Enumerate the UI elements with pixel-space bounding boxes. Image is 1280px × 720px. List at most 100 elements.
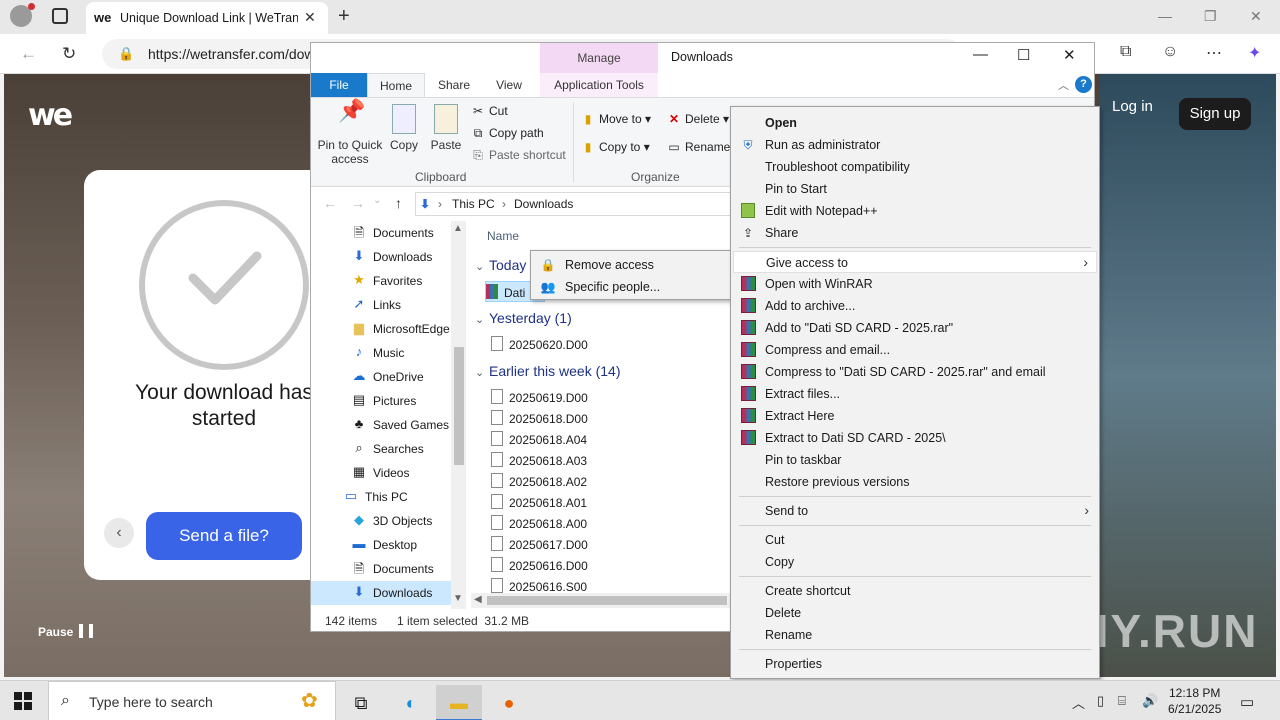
tab-share[interactable]: Share bbox=[429, 73, 479, 97]
tab-home[interactable]: Home bbox=[367, 73, 425, 97]
nav-item-this-pc[interactable]: ▭ This PC bbox=[343, 485, 451, 509]
volume-icon[interactable]: 🔊 bbox=[1142, 693, 1158, 709]
menu-item-pin-to-start[interactable]: Pin to Start bbox=[733, 178, 1097, 200]
menu-item-extract-to[interactable]: Extract to Dati SD CARD - 2025\ bbox=[733, 427, 1097, 449]
menu-item-edit-notepadpp[interactable]: Edit with Notepad++ bbox=[733, 200, 1097, 222]
list-item[interactable]: 20250618.A04 bbox=[491, 429, 641, 450]
menu-item-share[interactable]: ⇪ Share bbox=[733, 222, 1097, 244]
tab-view[interactable]: View bbox=[483, 73, 535, 97]
tab-application-tools[interactable]: Application Tools bbox=[540, 73, 658, 97]
list-item[interactable]: 20250618.A01 bbox=[491, 492, 641, 513]
recent-locations-icon[interactable]: ⌄ bbox=[373, 195, 381, 206]
scroll-down-icon[interactable]: ▼ bbox=[453, 593, 463, 604]
nav-item-downloads[interactable]: ⬇ Downloads bbox=[351, 245, 451, 269]
menu-item-delete[interactable]: Delete bbox=[733, 602, 1097, 624]
explorer-maximize-icon[interactable]: ☐ bbox=[1017, 46, 1030, 64]
tab-actions-icon[interactable] bbox=[52, 8, 68, 24]
close-tab-icon[interactable]: ✕ bbox=[304, 9, 316, 26]
firefox-taskbar-icon[interactable]: ● bbox=[486, 685, 532, 720]
breadcrumb-this-pc[interactable]: This PC bbox=[452, 197, 495, 211]
edge-taskbar-icon[interactable]: ◐ bbox=[388, 685, 434, 720]
notification-icon[interactable]: ▭ bbox=[1240, 693, 1254, 711]
paste-button[interactable]: Paste bbox=[429, 104, 463, 152]
nav-item-documents-2[interactable]: 🗎 Documents bbox=[351, 557, 451, 581]
group-earlier-this-week[interactable]: ⌄ Earlier this week (14) bbox=[475, 363, 621, 379]
menu-item-open-with-winrar[interactable]: Open with WinRAR bbox=[733, 273, 1097, 295]
taskbar-clock[interactable]: 12:18 PM 6/21/2025 bbox=[1168, 685, 1221, 717]
h-scroll-thumb[interactable] bbox=[487, 596, 727, 605]
rename-button[interactable]: ▭ Rename bbox=[667, 140, 730, 154]
nav-item-downloads-selected[interactable]: ⬇ Downloads bbox=[311, 581, 451, 605]
lock-icon[interactable]: 🔒 bbox=[118, 46, 134, 62]
scroll-up-icon[interactable]: ▲ bbox=[453, 223, 463, 234]
restore-icon[interactable]: ❐ bbox=[1204, 8, 1217, 25]
menu-item-run-as-administrator[interactable]: ⛨ Run as administrator bbox=[733, 134, 1097, 156]
nav-item-music[interactable]: ♪ Music bbox=[351, 341, 451, 365]
scroll-left-icon[interactable]: ◀ bbox=[474, 594, 482, 605]
nav-item-favorites[interactable]: ★ Favorites bbox=[351, 269, 451, 293]
group-today[interactable]: ⌄ Today bbox=[475, 257, 526, 273]
help-icon[interactable]: ? bbox=[1075, 76, 1092, 93]
nav-item-3d-objects[interactable]: ◆ 3D Objects bbox=[351, 509, 451, 533]
menu-item-open[interactable]: Open bbox=[733, 112, 1097, 134]
nav-item-videos[interactable]: ▦ Videos bbox=[351, 461, 451, 485]
pin-quick-access-button[interactable]: 📌 Pin to Quick access bbox=[317, 100, 383, 167]
menu-item-remove-access[interactable]: 🔒 Remove access bbox=[533, 254, 729, 276]
nav-item-pictures[interactable]: ▤ Pictures bbox=[351, 389, 451, 413]
breadcrumb-downloads[interactable]: Downloads bbox=[514, 197, 573, 211]
windows-start-icon[interactable] bbox=[14, 692, 32, 710]
nav-item-onedrive[interactable]: ☁ OneDrive bbox=[351, 365, 451, 389]
menu-item-add-to-archive[interactable]: Add to archive... bbox=[733, 295, 1097, 317]
profile-icon[interactable] bbox=[10, 3, 35, 27]
menu-item-rename[interactable]: Rename bbox=[733, 624, 1097, 646]
file-explorer-taskbar-icon[interactable]: ▬ bbox=[436, 685, 482, 720]
pause-button[interactable]: Pause bbox=[38, 624, 94, 639]
menu-item-cut[interactable]: Cut bbox=[733, 529, 1097, 551]
scroll-thumb[interactable] bbox=[454, 347, 464, 465]
signup-button[interactable]: Sign up bbox=[1179, 98, 1251, 130]
menu-item-compress-and-email[interactable]: Compress and email... bbox=[733, 339, 1097, 361]
battery-icon[interactable]: ▯ bbox=[1097, 693, 1104, 709]
list-item[interactable]: 20250620.D00 bbox=[491, 334, 641, 355]
cut-button[interactable]: ✂ Cut bbox=[471, 104, 508, 118]
column-header-name[interactable]: Name bbox=[487, 229, 519, 243]
list-item[interactable]: 20250617.D00 bbox=[491, 534, 641, 555]
nav-item-searches[interactable]: ⌕ Searches bbox=[351, 437, 451, 461]
move-to-button[interactable]: ▮ Move to ▾ bbox=[581, 112, 651, 126]
close-window-icon[interactable]: ✕ bbox=[1250, 8, 1262, 25]
minimize-icon[interactable]: — bbox=[1158, 8, 1172, 24]
network-icon[interactable]: ⌸ bbox=[1118, 693, 1126, 709]
nav-item-saved-games[interactable]: ♣ Saved Games bbox=[351, 413, 451, 437]
nav-item-desktop[interactable]: ▬ Desktop bbox=[351, 533, 451, 557]
menu-item-create-shortcut[interactable]: Create shortcut bbox=[733, 580, 1097, 602]
menu-item-extract-files[interactable]: Extract files... bbox=[733, 383, 1097, 405]
nav-item-documents[interactable]: 🗎 Documents bbox=[351, 221, 451, 245]
manage-tab[interactable]: Manage bbox=[540, 43, 658, 73]
up-icon[interactable]: ↑ bbox=[395, 195, 402, 211]
explorer-minimize-icon[interactable]: — bbox=[973, 46, 988, 63]
list-item[interactable]: 20250619.D00 bbox=[491, 387, 641, 408]
menu-item-specific-people[interactable]: 👥 Specific people... bbox=[533, 276, 729, 298]
copilot-icon[interactable]: ✦ bbox=[1248, 43, 1261, 63]
browser-tab-wetransfer[interactable]: we Unique Download Link | WeTransfer ✕ bbox=[86, 2, 328, 34]
list-item[interactable]: 20250618.A00 bbox=[491, 513, 641, 534]
menu-item-restore-previous-versions[interactable]: Restore previous versions bbox=[733, 471, 1097, 493]
copy-button[interactable]: Copy bbox=[387, 104, 421, 152]
back-arrow-button[interactable]: ‹ bbox=[104, 518, 134, 548]
task-view-icon[interactable]: ⧉ bbox=[338, 685, 384, 720]
menu-item-send-to[interactable]: Send to › bbox=[733, 500, 1097, 522]
more-menu-icon[interactable]: ⋯ bbox=[1206, 43, 1222, 63]
nav-scrollbar[interactable]: ▲ ▼ bbox=[451, 221, 466, 609]
menu-item-copy[interactable]: Copy bbox=[733, 551, 1097, 573]
paste-shortcut-button[interactable]: ⎘ Paste shortcut bbox=[471, 148, 566, 163]
collapse-ribbon-icon[interactable]: ︿ bbox=[1058, 77, 1069, 93]
group-yesterday[interactable]: ⌄ Yesterday (1) bbox=[475, 310, 572, 326]
tray-chevron-icon[interactable]: ︿ bbox=[1072, 693, 1085, 712]
menu-item-compress-rar-email[interactable]: Compress to "Dati SD CARD - 2025.rar" an… bbox=[733, 361, 1097, 383]
menu-item-troubleshoot[interactable]: Troubleshoot compatibility bbox=[733, 156, 1097, 178]
new-tab-icon[interactable]: + bbox=[338, 5, 350, 28]
menu-item-give-access-to[interactable]: Give access to › bbox=[733, 251, 1097, 273]
menu-item-properties[interactable]: Properties bbox=[733, 653, 1097, 675]
send-file-button[interactable]: Send a file? bbox=[146, 512, 302, 560]
collections-icon[interactable]: ⧉ bbox=[1120, 43, 1131, 61]
